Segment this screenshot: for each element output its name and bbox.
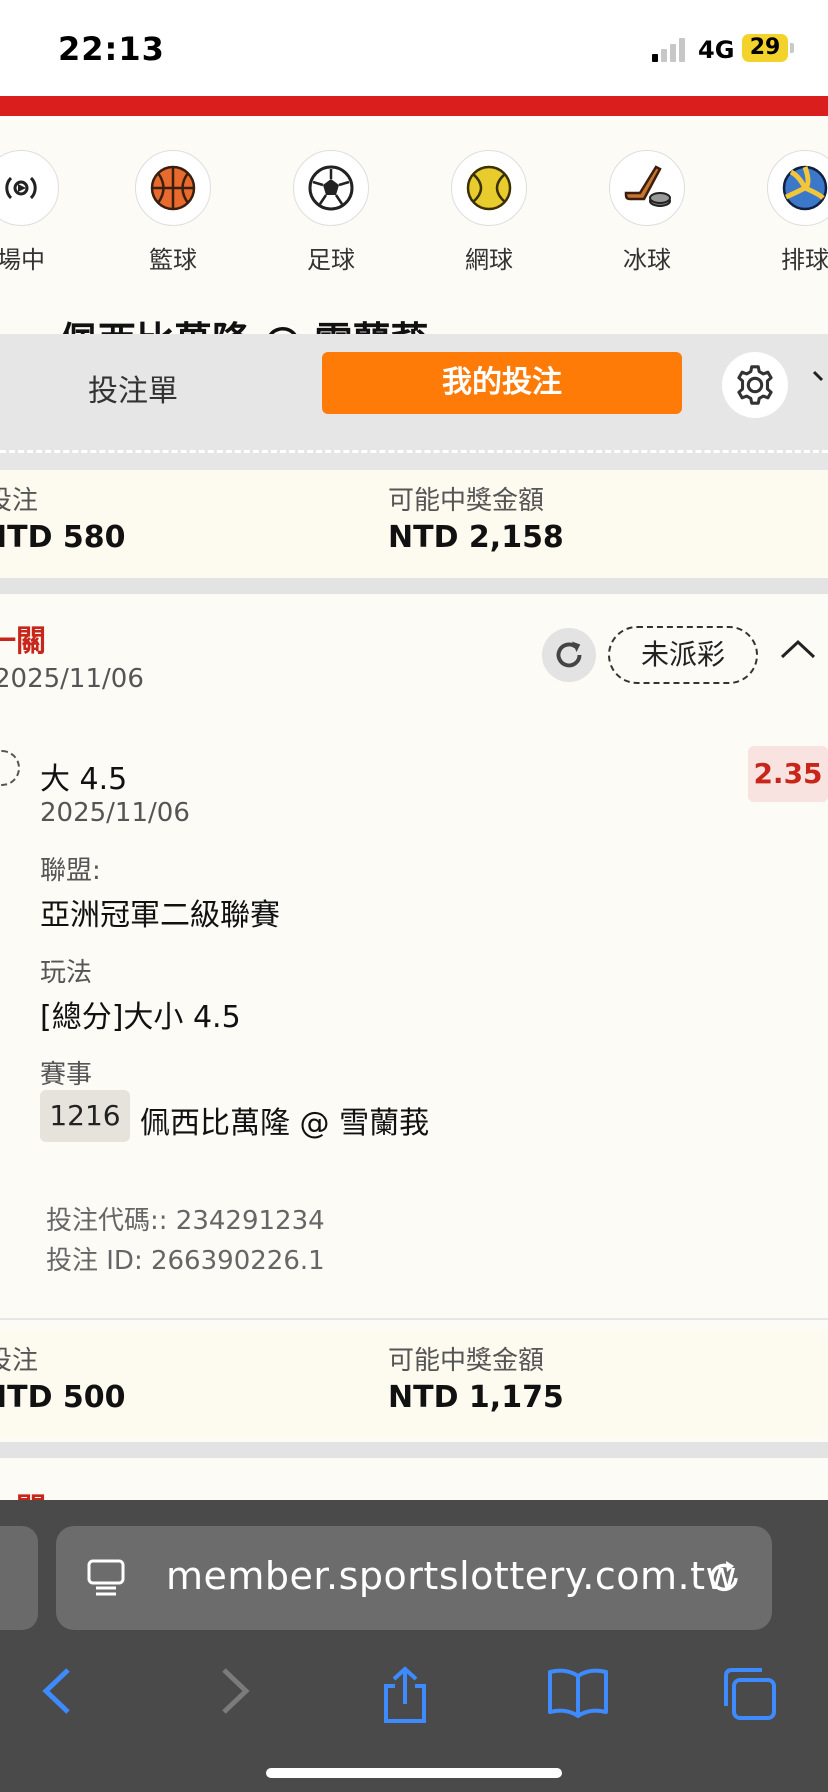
reload-icon[interactable] [704, 1556, 744, 1602]
selection-date: 2025/11/06 [40, 798, 190, 828]
soccer-icon [293, 150, 369, 226]
potential-win-value: NTD 1,175 [388, 1380, 564, 1415]
potential-win-label: 可能中獎金額 [388, 486, 545, 516]
bet-summary-top: 投注 NTD 580 可能中獎金額 NTD 2,158 [0, 470, 828, 578]
stake-value: NTD 580 [0, 520, 126, 555]
url-text[interactable]: member.sportslottery.com.tw [166, 1554, 737, 1598]
chevron-down-icon[interactable] [812, 364, 828, 392]
tennis-icon [451, 150, 527, 226]
tab-bet-slip[interactable]: 投注單 [88, 366, 178, 410]
clock: 22:13 [58, 30, 165, 68]
stake-value: NTD 500 [0, 1380, 126, 1415]
network-type: 4G [698, 36, 735, 64]
settings-button[interactable] [722, 352, 788, 418]
league-label: 聯盟: [40, 856, 101, 886]
bet-date: 2025/11/06 [0, 664, 144, 694]
browser-chrome: member.sportslottery.com.tw [0, 1500, 828, 1792]
sport-label: 排球 [781, 246, 828, 274]
sport-item-hockey[interactable]: 冰球 [592, 150, 702, 275]
tabs-icon[interactable] [720, 1666, 780, 1726]
gear-icon [737, 365, 773, 405]
previous-tab[interactable] [0, 1526, 38, 1630]
sport-label: 場中 [0, 246, 45, 274]
event-id-badge: 1216 [40, 1090, 130, 1142]
basketball-icon [135, 150, 211, 226]
divider [0, 1318, 828, 1320]
battery-icon: 29 [742, 34, 788, 62]
section-gap [0, 1442, 828, 1458]
sport-item-tennis[interactable]: 網球 [434, 150, 544, 275]
bet-type: 一關 [0, 624, 46, 659]
stake-label: 投注 [0, 486, 39, 516]
event-label: 賽事 [40, 1060, 93, 1090]
tab-my-bets[interactable]: 我的投注 [322, 352, 682, 414]
market-label: 玩法 [40, 958, 93, 988]
forward-icon[interactable] [214, 1666, 254, 1720]
back-icon[interactable] [38, 1666, 78, 1720]
share-icon[interactable] [378, 1666, 432, 1728]
status-badge: 未派彩 [608, 626, 758, 684]
sport-item-basketball[interactable]: 籃球 [118, 150, 228, 275]
sport-label: 足球 [307, 246, 355, 274]
event-name: 佩西比萬隆 @ 雪蘭莪 [140, 1106, 430, 1141]
brand-bar [0, 96, 828, 116]
status-bar: 22:13 4G 29 [0, 0, 828, 96]
bet-card: 一關 2025/11/06 未派彩 大 4.5 2.35 2025/11/06 … [0, 596, 828, 1320]
bookmarks-icon[interactable] [546, 1666, 610, 1722]
address-bar[interactable]: member.sportslottery.com.tw [56, 1526, 772, 1630]
selection-name: 大 4.5 [40, 762, 128, 797]
sport-item-soccer[interactable]: 足球 [276, 150, 386, 275]
stake-label: 投注 [0, 1346, 39, 1376]
volleyball-icon [767, 150, 828, 226]
sport-label: 網球 [465, 246, 513, 274]
sport-nav: 場中 籃球 足球 網球 冰球 排球 [0, 116, 828, 316]
refresh-icon [556, 641, 582, 668]
home-indicator[interactable] [266, 1768, 562, 1778]
bet-code: 投注代碼:: 234291234 [46, 1206, 325, 1236]
sport-item-volleyball[interactable]: 排球 [750, 150, 828, 275]
league-value: 亞洲冠軍二級聯賽 [40, 898, 280, 933]
bet-summary-bottom: 投注 NTD 500 可能中獎金額 NTD 1,175 [0, 1330, 828, 1438]
hockey-icon [609, 150, 685, 226]
sport-item-live[interactable]: 場中 [0, 150, 76, 275]
chevron-up-icon[interactable] [780, 638, 816, 664]
page-menu-icon[interactable] [86, 1558, 126, 1602]
potential-win-value: NTD 2,158 [388, 520, 564, 555]
market-value: [總分]大小 4.5 [40, 1000, 241, 1035]
live-icon [0, 150, 59, 226]
section-gap [0, 578, 828, 594]
refresh-button[interactable] [542, 628, 596, 682]
divider [0, 450, 828, 453]
selection-indicator-icon [0, 750, 20, 786]
bet-id: 投注 ID: 266390226.1 [46, 1246, 325, 1276]
signal-icon [652, 36, 688, 62]
sport-label: 籃球 [149, 246, 197, 274]
sport-label: 冰球 [623, 246, 671, 274]
bet-type: 一關 [0, 1484, 46, 1500]
odds-badge: 2.35 [748, 746, 828, 802]
bet-panel-header: 投注單 我的投注 [0, 334, 828, 470]
bet-card-next: 一關 [0, 1460, 828, 1500]
battery-tip [790, 43, 794, 53]
browser-toolbar [0, 1640, 828, 1750]
potential-win-label: 可能中獎金額 [388, 1346, 545, 1376]
